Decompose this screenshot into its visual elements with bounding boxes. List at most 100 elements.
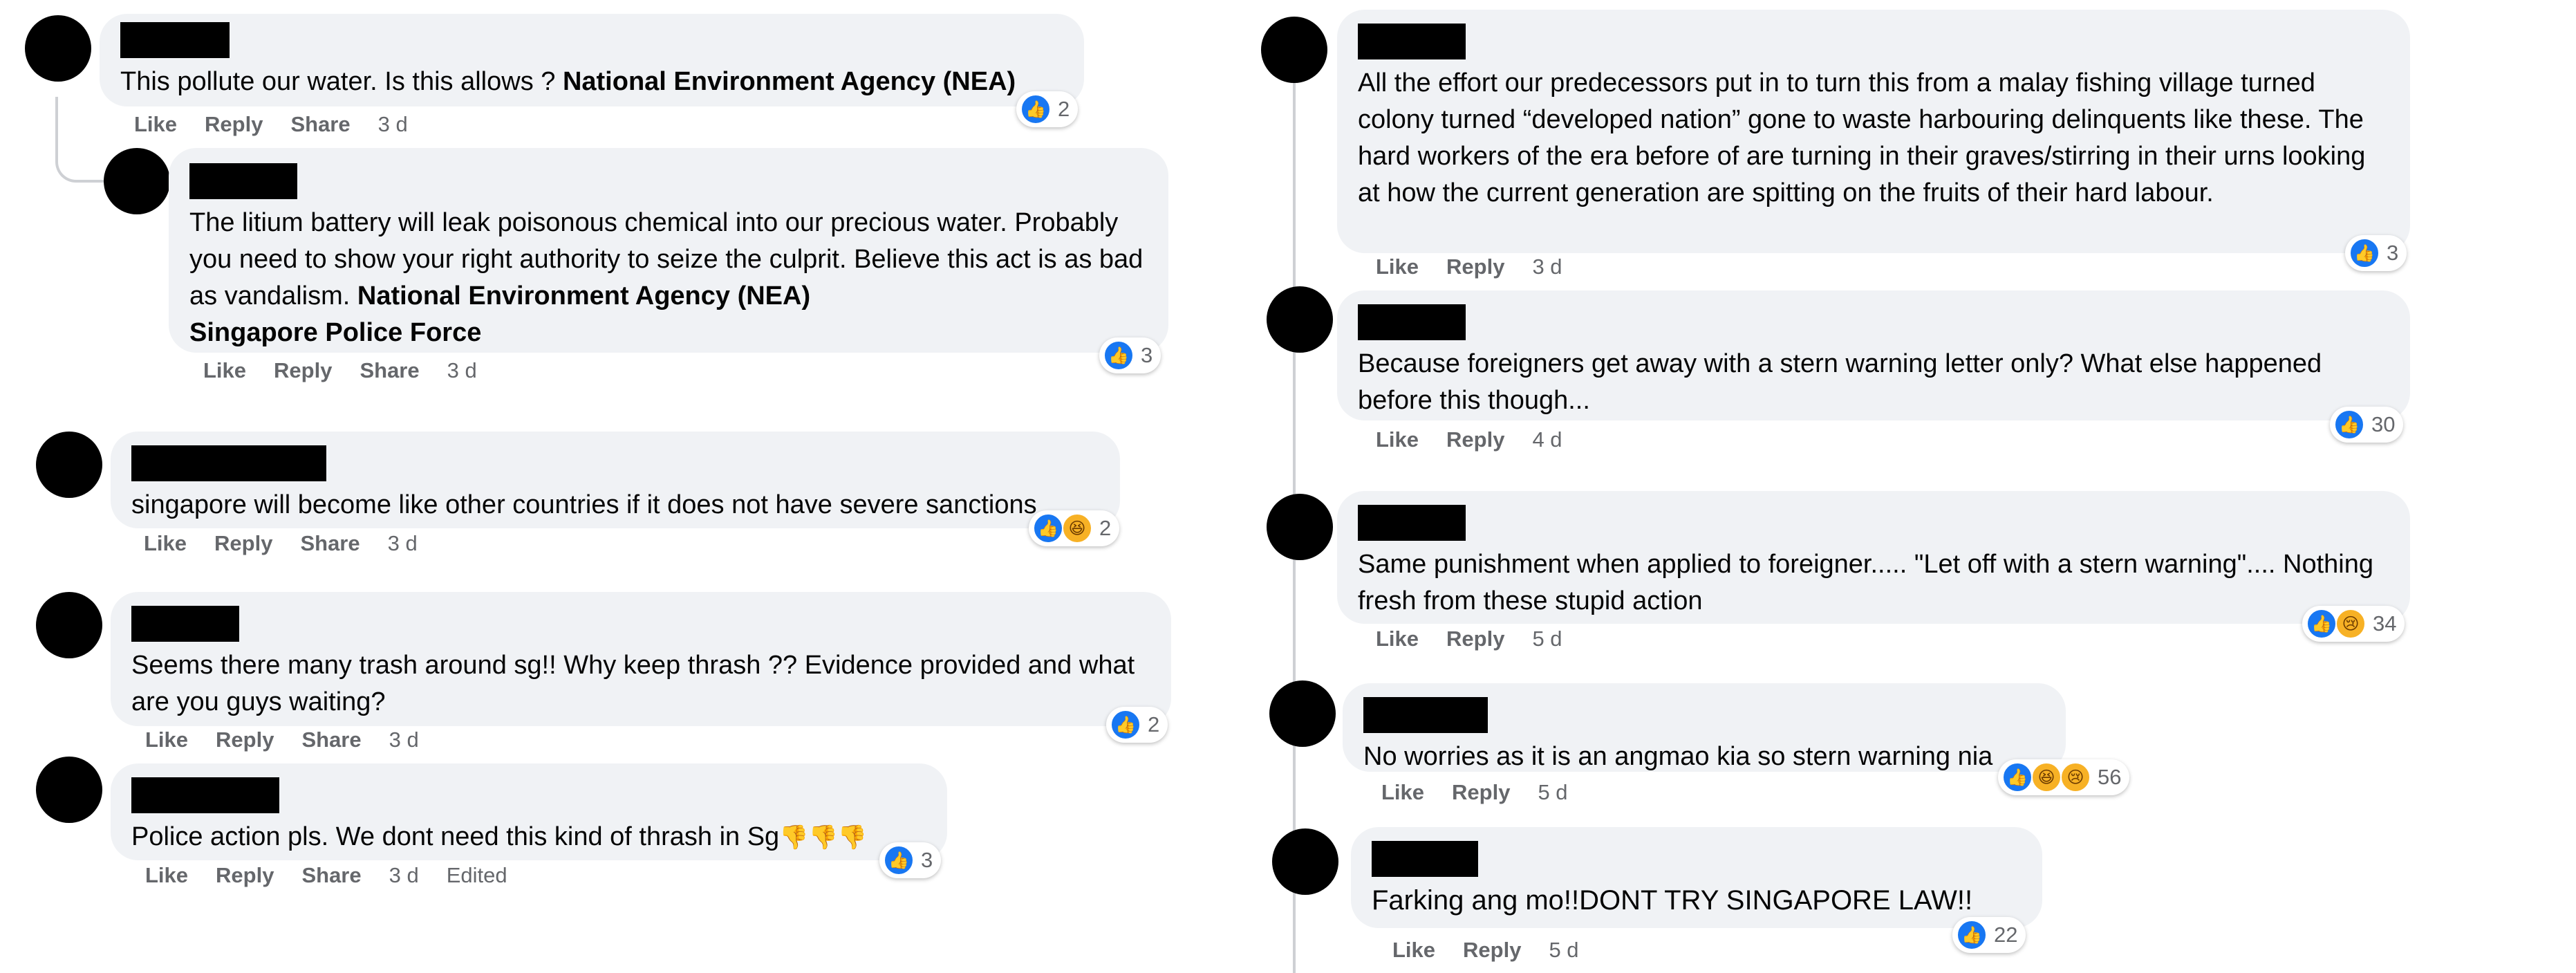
comment-text: All the effort our predecessors put in t… [1358, 65, 2389, 212]
comment-actions: Like Reply 5 d [1376, 627, 1562, 651]
share-button[interactable]: Share [300, 531, 360, 556]
timestamp[interactable]: 5 d [1532, 627, 1562, 651]
timestamp[interactable]: 3 d [389, 728, 419, 752]
reply-button[interactable]: Reply [1452, 780, 1510, 805]
reply-button[interactable]: Reply [1446, 427, 1504, 452]
reaction-summary[interactable]: 👍 😆 😢 56 [1998, 759, 2130, 795]
sad-icon: 😢 [2060, 762, 2091, 793]
like-button[interactable]: Like [1376, 627, 1419, 651]
like-icon: 👍 [1110, 710, 1141, 740]
redacted-author-name[interactable] [131, 445, 326, 481]
reaction-summary[interactable]: 👍 22 [1952, 917, 2026, 953]
reaction-count: 22 [1994, 923, 2018, 947]
mention-link[interactable]: Singapore Police Force [189, 318, 481, 347]
reply-button[interactable]: Reply [216, 728, 274, 752]
share-button[interactable]: Share [301, 728, 361, 752]
avatar[interactable] [1267, 286, 1333, 353]
comment-body: This pollute our water. Is this allows ? [120, 67, 563, 96]
redacted-author-name[interactable] [189, 163, 297, 199]
timestamp[interactable]: 3 d [1532, 254, 1562, 279]
redacted-author-name[interactable] [1358, 24, 1466, 59]
comment-text: Same punishment when applied to foreigne… [1358, 546, 2389, 620]
reaction-count: 3 [2387, 241, 2399, 265]
timestamp[interactable]: 5 d [1549, 938, 1578, 963]
mention-link[interactable]: National Environment Agency (NEA) [357, 281, 810, 311]
avatar[interactable] [104, 148, 170, 214]
reaction-summary[interactable]: 👍 3 [1099, 337, 1161, 373]
redacted-author-name[interactable] [1358, 505, 1466, 541]
like-button[interactable]: Like [145, 728, 188, 752]
comment-bubble: Farking ang mo!!DONT TRY SINGAPORE LAW!! [1351, 827, 2042, 928]
redacted-author-name[interactable] [131, 606, 239, 642]
share-button[interactable]: Share [301, 863, 361, 888]
like-button[interactable]: Like [1381, 780, 1424, 805]
comment-actions: Like Reply Share 3 d [203, 358, 477, 383]
comment-text: Police action pls. We dont need this kin… [131, 819, 926, 856]
reply-button[interactable]: Reply [216, 863, 274, 888]
mention-link[interactable]: National Environment Agency (NEA) [563, 67, 1016, 96]
like-button[interactable]: Like [1376, 427, 1419, 452]
haha-icon: 😆 [2031, 762, 2062, 793]
redacted-author-name[interactable] [131, 777, 279, 813]
like-icon: 👍 [2349, 238, 2380, 268]
comment-actions: Like Reply 3 d [1376, 254, 1562, 279]
comment-body: Seems there many trash around sg!! Why k… [131, 651, 1135, 716]
share-button[interactable]: Share [360, 358, 419, 383]
avatar[interactable] [36, 592, 102, 658]
reaction-summary[interactable]: 👍 3 [2345, 235, 2407, 271]
timestamp[interactable]: 5 d [1538, 780, 1567, 805]
comment-body: Farking ang mo!!DONT TRY SINGAPORE LAW!! [1372, 885, 1973, 916]
avatar[interactable] [1269, 680, 1336, 747]
like-button[interactable]: Like [1376, 254, 1419, 279]
comment-bubble: The litium battery will leak poisonous c… [169, 148, 1168, 353]
reaction-count: 2 [1148, 712, 1160, 736]
reaction-summary[interactable]: 👍 😆 2 [1029, 510, 1120, 546]
comment-actions: Like Reply 5 d [1381, 780, 1568, 805]
like-button[interactable]: Like [203, 358, 246, 383]
comment-actions: Like Reply Share 3 d [144, 531, 418, 556]
timestamp[interactable]: 3 d [388, 531, 418, 556]
redacted-author-name[interactable] [120, 22, 230, 58]
reply-button[interactable]: Reply [274, 358, 332, 383]
like-button[interactable]: Like [144, 531, 187, 556]
reaction-summary[interactable]: 👍 2 [1106, 707, 1168, 743]
avatar[interactable] [25, 15, 91, 82]
like-button[interactable]: Like [134, 112, 177, 137]
comment-bubble: This pollute our water. Is this allows ?… [100, 14, 1084, 106]
share-button[interactable]: Share [290, 112, 350, 137]
reply-button[interactable]: Reply [1446, 627, 1504, 651]
like-icon: 👍 [1957, 920, 1987, 950]
avatar[interactable] [1267, 494, 1333, 560]
reply-button[interactable]: Reply [205, 112, 263, 137]
avatar[interactable] [36, 757, 102, 823]
avatar[interactable] [1261, 17, 1327, 83]
avatar[interactable] [36, 432, 102, 498]
like-icon: 👍 [1103, 340, 1134, 371]
timestamp[interactable]: 4 d [1532, 427, 1562, 452]
redacted-author-name[interactable] [1372, 841, 1478, 877]
like-button[interactable]: Like [1392, 938, 1435, 963]
edited-label[interactable]: Edited [447, 863, 507, 888]
reaction-summary[interactable]: 👍 3 [879, 842, 942, 878]
haha-icon: 😆 [1062, 513, 1092, 544]
reaction-summary[interactable]: 👍 30 [2330, 407, 2404, 443]
like-icon: 👍 [1020, 94, 1051, 124]
reaction-summary[interactable]: 👍 😢 34 [2302, 606, 2405, 642]
redacted-author-name[interactable] [1363, 697, 1488, 733]
reaction-count: 2 [1058, 97, 1070, 121]
comment-body: Same punishment when applied to foreigne… [1358, 550, 2374, 615]
comment-bubble: Because foreigners get away with a stern… [1337, 290, 2410, 420]
comment-actions: Like Reply Share 3 d [134, 112, 408, 137]
timestamp[interactable]: 3 d [389, 863, 419, 888]
timestamp[interactable]: 3 d [447, 358, 477, 383]
reply-button[interactable]: Reply [1463, 938, 1521, 963]
redacted-author-name[interactable] [1358, 304, 1466, 340]
reaction-count: 3 [1141, 343, 1153, 367]
reaction-summary[interactable]: 👍 2 [1016, 91, 1079, 127]
avatar[interactable] [1272, 828, 1338, 895]
comment-body: No worries as it is an angmao kia so ste… [1363, 742, 1993, 771]
timestamp[interactable]: 3 d [378, 112, 408, 137]
reply-button[interactable]: Reply [214, 531, 272, 556]
reply-button[interactable]: Reply [1446, 254, 1504, 279]
like-button[interactable]: Like [145, 863, 188, 888]
